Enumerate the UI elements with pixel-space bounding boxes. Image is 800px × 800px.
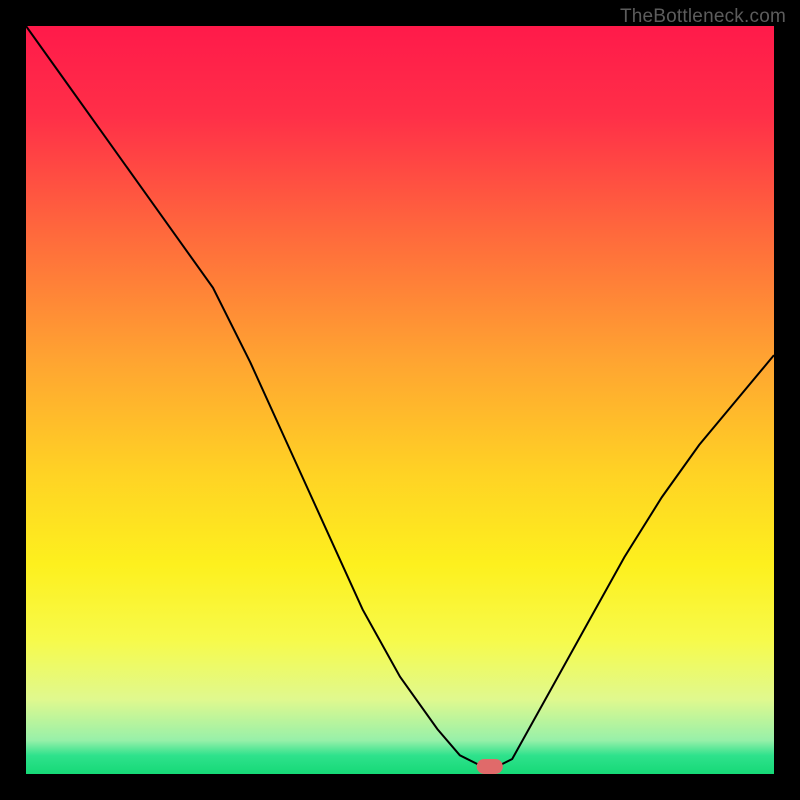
- optimal-marker: [477, 759, 503, 774]
- chart-svg: [26, 26, 774, 774]
- watermark-text: TheBottleneck.com: [620, 6, 786, 28]
- gradient-background: [26, 26, 774, 774]
- chart-container: TheBottleneck.com: [0, 0, 800, 800]
